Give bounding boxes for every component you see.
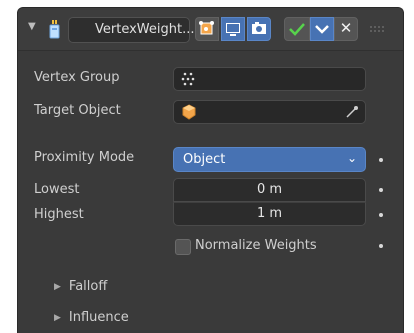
keyframe-dot-normalize[interactable] — [379, 244, 383, 248]
remove-x-icon: ✕ — [339, 19, 353, 37]
keyframe-dot-proximity-mode[interactable] — [379, 158, 383, 162]
apply-checkmark-icon — [289, 23, 305, 36]
remove-modifier-button[interactable]: ✕ — [334, 17, 358, 41]
normalize-weights-checkbox[interactable] — [175, 239, 191, 255]
collapse-arrow-icon[interactable]: ▼ — [28, 21, 36, 32]
object-cube-icon — [182, 104, 196, 120]
lowest-distance-field[interactable]: 0 m — [173, 178, 366, 202]
modifier-name-text: VertexWeight... — [95, 22, 195, 37]
edit-mode-toggle[interactable] — [195, 17, 219, 41]
expand-arrow-icon: ▶ — [54, 313, 61, 323]
modifier-header: ▼ VertexWeight... ✕ — [18, 8, 403, 51]
keyframe-dot-highest[interactable] — [379, 213, 383, 217]
chevron-down-icon: ⌄ — [346, 151, 357, 165]
viewport-display-toggle[interactable] — [221, 17, 245, 41]
render-toggle[interactable] — [247, 17, 271, 41]
highest-label: Highest — [34, 207, 84, 222]
render-icon — [252, 22, 266, 34]
vertex-group-field[interactable] — [173, 67, 366, 91]
highest-distance-field[interactable]: 1 m — [173, 202, 366, 226]
apply-button[interactable] — [284, 17, 310, 41]
expand-arrow-icon: ▶ — [54, 282, 61, 292]
modifier-panel: ▼ VertexWeight... ✕ Vertex Group Target … — [17, 7, 404, 333]
modifier-name-field[interactable]: VertexWeight... — [68, 17, 194, 43]
drag-grip-icon[interactable] — [370, 26, 384, 32]
falloff-label: Falloff — [68, 279, 108, 294]
proximity-mode-label: Proximity Mode — [34, 150, 135, 165]
influence-subpanel-header[interactable]: ▶ Influence — [54, 310, 129, 325]
keyframe-dot-lowest[interactable] — [379, 188, 383, 192]
proximity-mode-value: Object — [183, 152, 226, 167]
lowest-distance-value: 0 m — [256, 182, 283, 197]
target-object-label: Target Object — [34, 103, 121, 118]
edit-mode-icon — [199, 21, 214, 35]
proximity-mode-select[interactable]: Object ⌄ — [173, 147, 366, 172]
dropdown-chevron-icon — [315, 25, 329, 34]
influence-label: Influence — [68, 310, 129, 325]
highest-distance-value: 1 m — [256, 206, 283, 221]
eyedropper-icon[interactable] — [345, 105, 359, 119]
vertex-weight-modifier-icon — [49, 20, 60, 39]
modifier-menu-button[interactable] — [310, 17, 334, 41]
vertex-group-icon — [181, 72, 195, 86]
normalize-weights-label[interactable]: Normalize Weights — [195, 238, 317, 253]
falloff-subpanel-header[interactable]: ▶ Falloff — [54, 279, 107, 294]
viewport-display-icon — [226, 23, 240, 36]
vertex-group-label: Vertex Group — [34, 70, 120, 85]
lowest-label: Lowest — [34, 182, 80, 197]
target-object-field[interactable] — [173, 100, 366, 124]
